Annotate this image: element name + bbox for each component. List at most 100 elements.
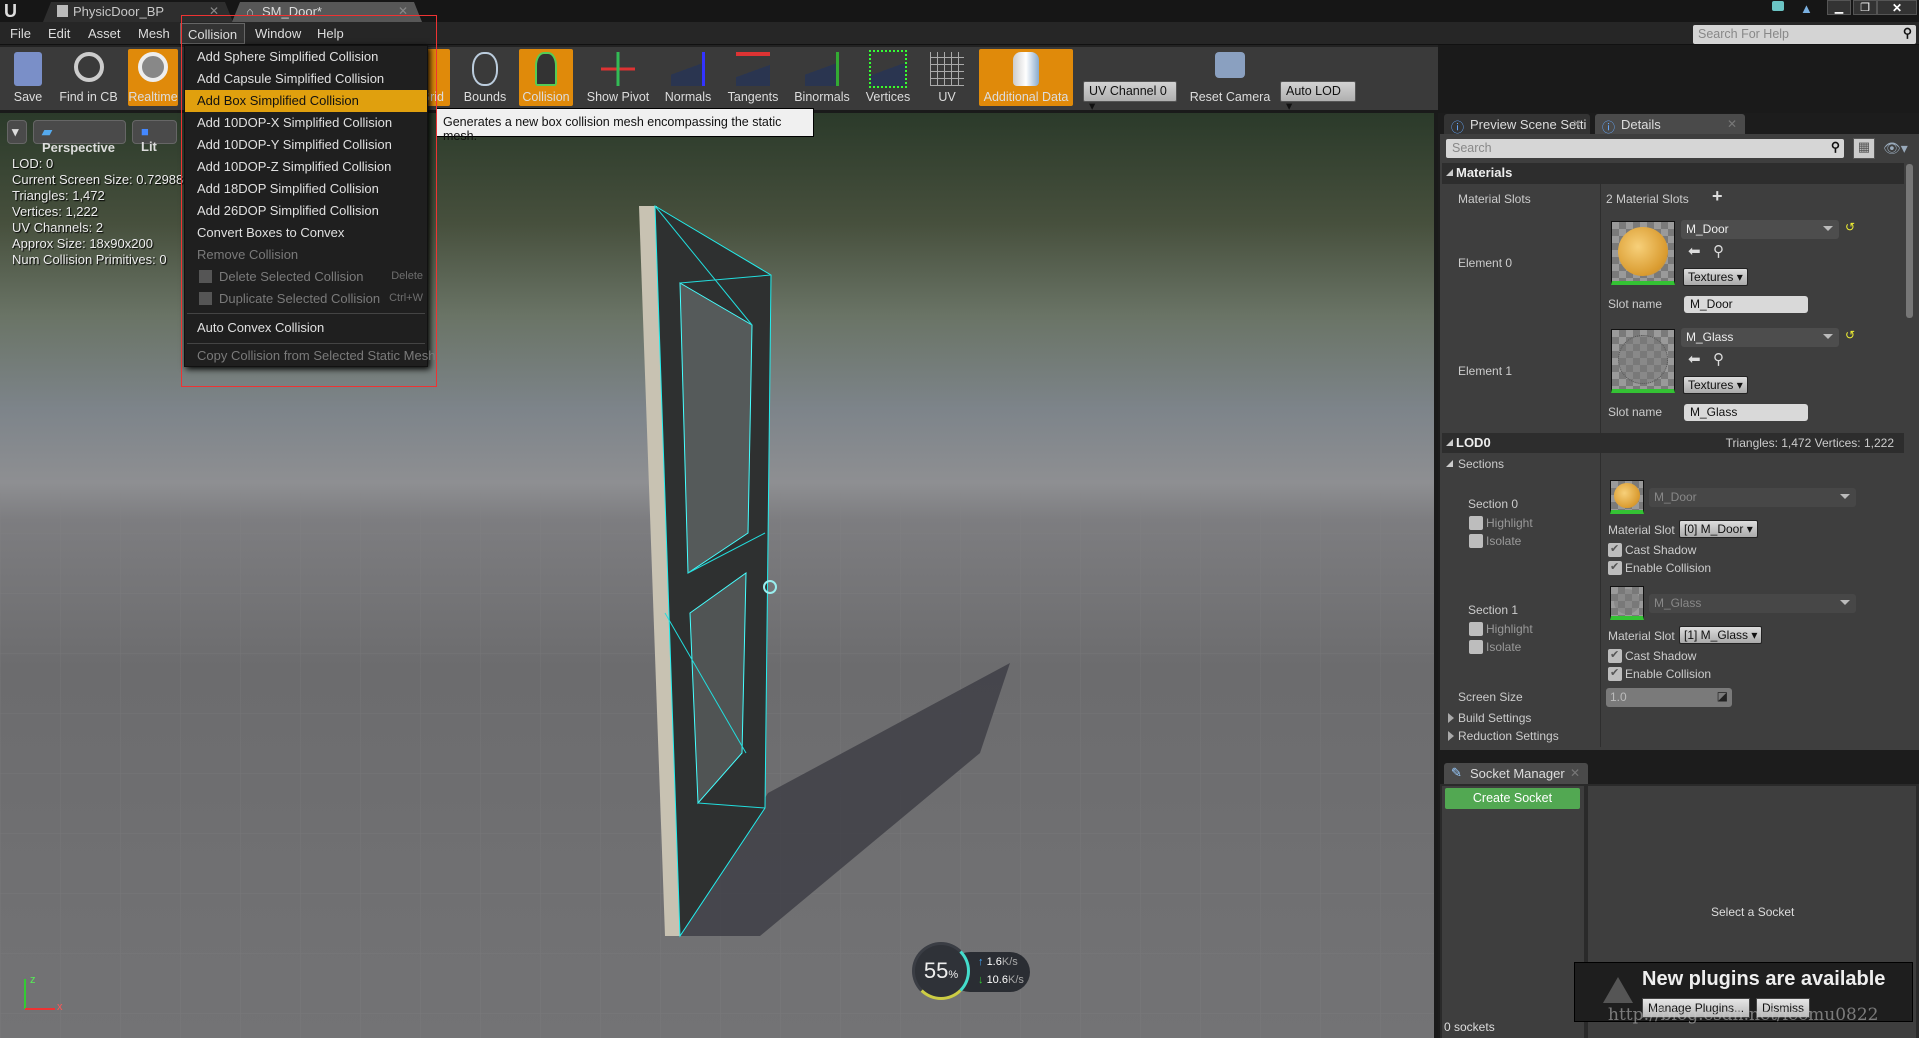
textures-dropdown[interactable]: Textures ▾ <box>1683 268 1748 286</box>
slot-name-input[interactable]: M_Door <box>1684 296 1808 313</box>
material-combo-element-1[interactable]: M_Glass <box>1681 328 1839 347</box>
uv-channel-dropdown[interactable]: UV Channel 0 ▾ <box>1083 81 1177 113</box>
menu-item-convert-boxes[interactable]: Convert Boxes to Convex <box>185 222 427 244</box>
close-icon[interactable]: ✕ <box>1572 117 1582 131</box>
isolate-checkbox[interactable] <box>1469 534 1483 548</box>
tab-preview-scene-settings[interactable]: ⓘ Preview Scene Setti ✕ <box>1444 114 1590 135</box>
cast-shadow-checkbox[interactable] <box>1608 648 1622 663</box>
reduction-settings-toggle[interactable]: Reduction Settings <box>1448 729 1559 743</box>
menu-item-remove-collision[interactable]: Remove Collision <box>185 244 427 266</box>
save-button[interactable]: Save <box>6 49 50 106</box>
door-glass-upper <box>679 282 753 574</box>
value: M_Glass <box>1654 596 1702 610</box>
menu-asset[interactable]: Asset <box>88 26 121 41</box>
highlight-label: Highlight <box>1486 622 1533 636</box>
lod-dropdown[interactable]: Auto LOD ▾ <box>1280 81 1356 113</box>
tab-physicdoor-bp[interactable]: PhysicDoor_BP ✕ <box>43 2 233 22</box>
cast-shadow-checkbox[interactable] <box>1608 542 1622 557</box>
material-thumbnail-door[interactable] <box>1611 221 1675 285</box>
socket-list[interactable] <box>1442 786 1584 1038</box>
tutorial-hat-icon[interactable]: ▲ <box>1800 1 1813 16</box>
menu-item-copy-collision[interactable]: Copy Collision from Selected Static Mesh <box>185 345 435 367</box>
materials-header[interactable]: Materials <box>1442 163 1904 184</box>
collapse-icon <box>1446 169 1453 176</box>
screen-size-input[interactable]: 1.0 ◪ <box>1606 688 1732 707</box>
textures-dropdown[interactable]: Textures ▾ <box>1683 376 1748 394</box>
tab-sm-door[interactable]: ⌂ SM_Door* ✕ <box>232 2 422 22</box>
chat-icon[interactable] <box>1772 1 1784 11</box>
section-0-material-slot-dropdown[interactable]: [0] M_Door ▾ <box>1679 520 1758 538</box>
menu-item-add-capsule[interactable]: Add Capsule Simplified Collision <box>185 68 427 90</box>
tab-socket-manager[interactable]: ✎ Socket Manager ✕ <box>1444 763 1588 784</box>
enable-collision-checkbox[interactable] <box>1608 560 1622 575</box>
viewport-options-button[interactable]: ▾ <box>7 120 27 144</box>
bounds-button[interactable]: Bounds <box>456 49 514 106</box>
menu-item-add-18dop[interactable]: Add 18DOP Simplified Collision <box>185 178 427 200</box>
view-options-eye-icon[interactable]: 👁▾ <box>1883 140 1908 157</box>
additional-data-button[interactable]: Additional Data <box>979 49 1073 106</box>
reset-to-default-icon[interactable]: ↺ <box>1845 220 1855 234</box>
material-combo-element-0[interactable]: M_Door <box>1681 220 1839 239</box>
close-icon[interactable]: ✕ <box>1570 766 1580 780</box>
menu-item-add-10dop-z[interactable]: Add 10DOP-Z Simplified Collision <box>185 156 427 178</box>
menu-item-add-10dop-y[interactable]: Add 10DOP-Y Simplified Collision <box>185 134 427 156</box>
menu-edit[interactable]: Edit <box>48 26 70 41</box>
label: Bounds <box>463 90 507 104</box>
use-selected-arrow-icon[interactable]: ⬅ <box>1688 242 1701 260</box>
menu-item-add-box[interactable]: Add Box Simplified Collision <box>185 90 427 112</box>
realtime-button[interactable]: Realtime <box>128 49 178 106</box>
tangents-button[interactable]: Tangents <box>722 49 784 106</box>
menu-item-add-sphere[interactable]: Add Sphere Simplified Collision <box>185 46 427 68</box>
build-settings-toggle[interactable]: Build Settings <box>1448 711 1531 725</box>
perspective-button[interactable]: ▰ Perspective <box>33 120 126 155</box>
details-scrollbar[interactable] <box>1906 164 1913 318</box>
unreal-logo[interactable]: U <box>4 1 17 22</box>
lit-button[interactable]: ■ Lit <box>132 120 177 154</box>
additional-data-icon <box>1013 52 1039 86</box>
property-matrix-button[interactable]: ▦ <box>1853 138 1875 159</box>
material-thumbnail-glass[interactable] <box>1611 329 1675 393</box>
uv-button[interactable]: UV <box>924 49 970 106</box>
close-icon[interactable]: ✕ <box>1727 117 1737 131</box>
reset-camera-button[interactable]: Reset Camera <box>1187 49 1273 106</box>
slot-name-input[interactable]: M_Glass <box>1684 404 1808 421</box>
browse-search-icon[interactable]: ⚲ <box>1713 242 1724 260</box>
menu-window[interactable]: Window <box>255 26 301 41</box>
menu-item-duplicate-selected[interactable]: Duplicate Selected Collision Ctrl+W <box>185 288 427 310</box>
highlight-checkbox[interactable] <box>1469 516 1483 530</box>
add-material-slot-button[interactable]: + <box>1712 186 1723 207</box>
use-selected-arrow-icon[interactable]: ⬅ <box>1688 350 1701 368</box>
enable-collision-checkbox[interactable] <box>1608 666 1622 681</box>
section-1-material-slot-dropdown[interactable]: [1] M_Glass ▾ <box>1679 626 1763 644</box>
show-pivot-button[interactable]: Show Pivot <box>581 49 655 106</box>
menu-item-add-26dop[interactable]: Add 26DOP Simplified Collision <box>185 200 427 222</box>
help-search-input[interactable]: Search For Help ⚲ <box>1693 25 1916 44</box>
menu-help[interactable]: Help <box>317 26 344 41</box>
isolate-checkbox[interactable] <box>1469 640 1483 654</box>
menu-item-auto-convex[interactable]: Auto Convex Collision <box>185 317 427 339</box>
sections-toggle[interactable]: Sections <box>1446 457 1504 471</box>
minimize-button[interactable]: ▁ <box>1827 0 1851 15</box>
restore-button[interactable]: ❐ <box>1853 0 1877 15</box>
menu-item-delete-selected[interactable]: Delete Selected Collision Delete <box>185 266 427 288</box>
binormals-button[interactable]: Binormals <box>790 49 854 106</box>
vertices-button[interactable]: Vertices <box>860 49 916 106</box>
lod0-header[interactable]: LOD0 Triangles: 1,472 Vertices: 1,222 <box>1442 433 1904 453</box>
collision-button[interactable]: Collision <box>519 49 573 106</box>
reset-to-default-icon[interactable]: ↺ <box>1845 328 1855 342</box>
normals-button[interactable]: Normals <box>661 49 715 106</box>
menu-file[interactable]: File <box>10 26 31 41</box>
menu-item-add-10dop-x[interactable]: Add 10DOP-X Simplified Collision <box>185 112 427 134</box>
details-search-input[interactable]: Search ⚲ <box>1446 139 1844 158</box>
menu-mesh[interactable]: Mesh <box>138 26 170 41</box>
close-window-button[interactable]: ✕ <box>1877 0 1917 15</box>
close-icon[interactable]: ✕ <box>398 4 408 18</box>
create-socket-button[interactable]: Create Socket <box>1445 788 1580 809</box>
highlight-checkbox[interactable] <box>1469 622 1483 636</box>
column-divider <box>1600 453 1601 747</box>
menu-collision[interactable]: Collision <box>180 23 246 44</box>
close-icon[interactable]: ✕ <box>209 4 219 18</box>
find-in-cb-button[interactable]: Find in CB <box>55 49 122 106</box>
browse-search-icon[interactable]: ⚲ <box>1713 350 1724 368</box>
tab-details[interactable]: ⓘ Details ✕ <box>1595 114 1745 135</box>
